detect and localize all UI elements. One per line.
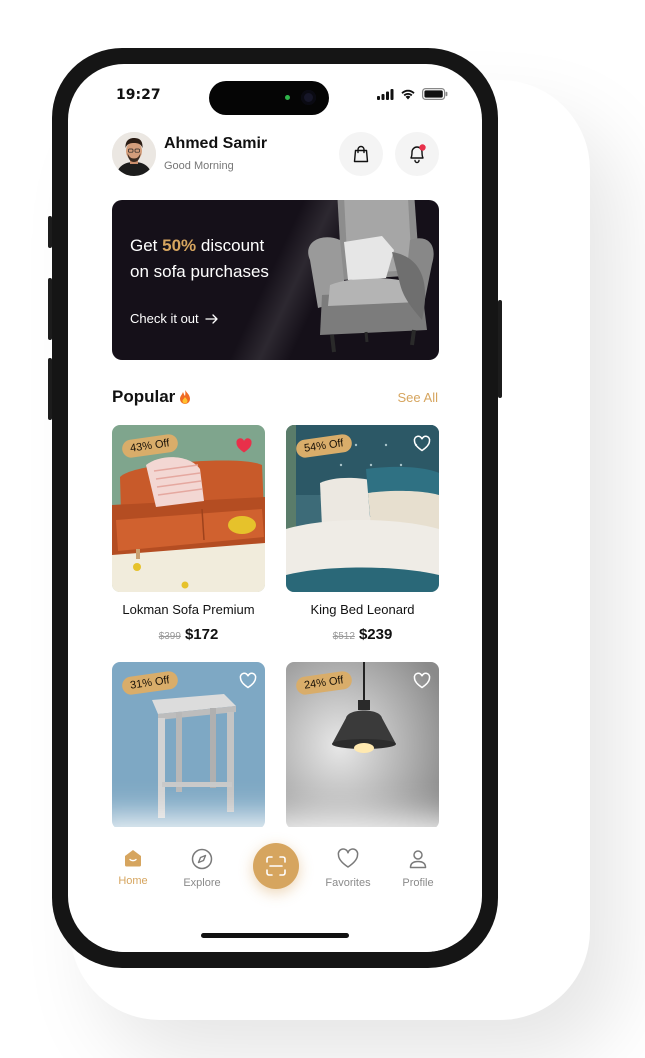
phone-frame: 19:27 Ahmed Samir Good Morning Get 50% d… bbox=[48, 48, 502, 968]
product-name: Lokman Sofa Premium bbox=[122, 602, 255, 617]
avatar-portrait bbox=[112, 132, 156, 176]
fire-icon bbox=[180, 390, 191, 404]
armchair-image bbox=[308, 200, 434, 353]
product-card-image[interactable]: 54% Off bbox=[286, 425, 439, 592]
compass-icon bbox=[191, 848, 213, 870]
signal-icon bbox=[377, 88, 394, 100]
scan-icon bbox=[266, 856, 286, 876]
user-name: Ahmed Samir bbox=[164, 135, 268, 152]
banner-headline: Get 50% discount bbox=[130, 236, 264, 256]
tab-label: Explore bbox=[183, 877, 221, 889]
battery-icon bbox=[422, 88, 448, 100]
camera-indicator bbox=[285, 95, 290, 100]
original-price: $399 bbox=[158, 631, 181, 642]
promo-banner[interactable]: Get 50% discount on sofa purchases Check… bbox=[112, 200, 439, 360]
sale-price: $239 bbox=[358, 626, 393, 643]
popular-title: Popular bbox=[112, 387, 176, 406]
banner-text-prefix: Get bbox=[130, 236, 163, 255]
volume-up-button bbox=[48, 278, 52, 340]
dynamic-island bbox=[209, 81, 329, 115]
tab-profile[interactable]: Profile bbox=[383, 847, 453, 889]
product-card-image[interactable]: 24% Off bbox=[286, 662, 439, 829]
banner-subline: on sofa purchases bbox=[130, 262, 269, 281]
power-button bbox=[498, 300, 502, 398]
heart-outline-icon[interactable] bbox=[239, 672, 257, 690]
product-card-image[interactable]: 43% Off bbox=[112, 425, 265, 592]
product-card-image[interactable]: 31% Off bbox=[112, 662, 265, 829]
home-indicator[interactable] bbox=[201, 933, 349, 938]
scan-button[interactable] bbox=[253, 843, 299, 889]
tab-home[interactable]: Home bbox=[98, 847, 168, 887]
volume-down-button bbox=[48, 358, 52, 420]
tab-favorites[interactable]: Favorites bbox=[313, 847, 383, 889]
app-screen: 19:27 Ahmed Samir Good Morning Get 50% d… bbox=[68, 64, 482, 952]
see-all-link[interactable]: See All bbox=[398, 390, 438, 405]
original-price: $512 bbox=[332, 631, 355, 642]
heart-filled-icon[interactable] bbox=[235, 437, 253, 455]
bell-icon bbox=[410, 144, 426, 164]
arrow-right-icon bbox=[205, 313, 218, 324]
status-time: 19:27 bbox=[116, 87, 161, 103]
mute-switch bbox=[48, 216, 52, 248]
camera-lens bbox=[301, 90, 316, 105]
heart-icon bbox=[337, 848, 359, 868]
tab-label: Profile bbox=[402, 877, 434, 889]
shopping-bag-icon bbox=[353, 145, 369, 163]
banner-discount: 50% bbox=[162, 236, 197, 255]
heart-outline-icon[interactable] bbox=[413, 435, 431, 453]
cta-label: Check it out bbox=[130, 311, 199, 326]
check-it-out-link[interactable]: Check it out bbox=[130, 311, 219, 326]
tab-label: Home bbox=[118, 875, 148, 887]
home-icon bbox=[125, 850, 141, 867]
popular-heading: Popular bbox=[112, 387, 192, 407]
user-icon bbox=[409, 850, 427, 869]
heart-outline-icon[interactable] bbox=[413, 672, 431, 690]
cart-button[interactable] bbox=[339, 132, 383, 176]
tab-explore[interactable]: Explore bbox=[167, 847, 237, 889]
avatar[interactable] bbox=[112, 132, 156, 176]
product-name: King Bed Leonard bbox=[310, 602, 415, 617]
product-price: $399 $172 bbox=[112, 626, 265, 644]
sale-price: $172 bbox=[184, 626, 219, 643]
status-icons bbox=[377, 88, 448, 100]
greeting: Good Morning bbox=[164, 160, 234, 172]
banner-text-suffix: discount bbox=[196, 236, 265, 255]
tab-label: Favorites bbox=[325, 877, 371, 889]
notifications-button[interactable] bbox=[395, 132, 439, 176]
product-price: $512 $239 bbox=[286, 626, 439, 644]
wifi-icon bbox=[401, 89, 415, 100]
